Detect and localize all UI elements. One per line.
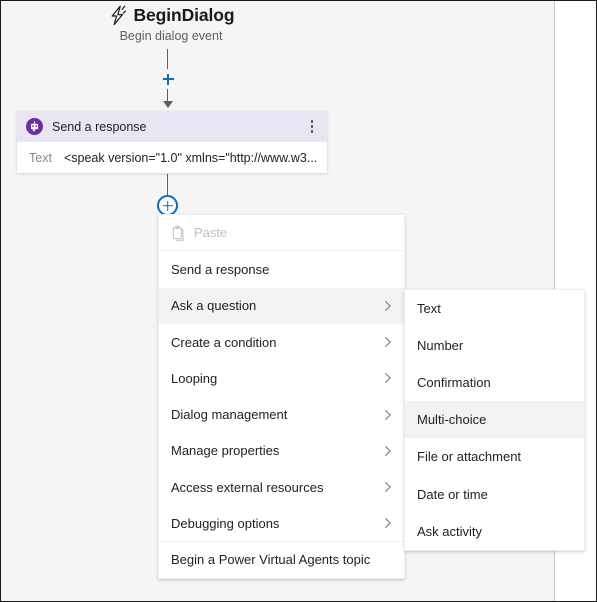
menu-item-access-external-resources[interactable]: Access external resources — [159, 469, 404, 505]
menu-item-file-or-attachment[interactable]: File or attachment — [405, 438, 584, 475]
menu-item-create-a-condition[interactable]: Create a condition — [159, 324, 404, 360]
connector-arrow-top — [162, 101, 173, 108]
node-header: Send a response — [17, 111, 327, 142]
lightning-bolt-icon — [108, 5, 127, 26]
menu-item-label: Paste — [194, 225, 228, 241]
menu-item-label: Multi-choice — [417, 412, 487, 428]
menu-item-label: Confirmation — [417, 375, 491, 391]
menu-item-label: Manage properties — [171, 443, 280, 459]
menu-item-looping[interactable]: Looping — [159, 360, 404, 396]
menu-item-label: Looping — [171, 370, 218, 386]
chevron-right-icon — [382, 517, 394, 529]
add-node-button-top[interactable] — [158, 69, 178, 89]
menu-item-label: Begin a Power Virtual Agents topic — [171, 552, 371, 568]
menu-item-label: Create a condition — [171, 334, 277, 350]
context-menu[interactable]: Paste Send a response Ask a question Create… — [158, 214, 405, 579]
menu-item-paste: Paste — [159, 215, 404, 252]
context-submenu-items: Text Number Confirmation Multi-choice File o… — [405, 290, 584, 550]
menu-item-label: Ask a question — [171, 298, 257, 314]
menu-item-text[interactable]: Text — [405, 290, 584, 327]
menu-item-ask-a-question[interactable]: Ask a question — [159, 287, 404, 324]
menu-item-label: Number — [417, 338, 464, 354]
menu-item-begin-a-power-virtual-agents-topic[interactable]: Begin a Power Virtual Agents topic — [159, 542, 404, 578]
bot-chat-icon — [26, 118, 43, 135]
chevron-right-icon — [382, 336, 394, 348]
clipboard-icon — [171, 224, 185, 241]
menu-item-debugging-options[interactable]: Debugging options — [159, 505, 404, 542]
chevron-right-icon — [382, 372, 394, 384]
menu-item-label: Send a response — [171, 261, 270, 277]
trigger-header[interactable]: BeginDialog Begin dialog event — [1, 5, 341, 43]
action-node-send-a-response[interactable]: Send a response Text <speak version="1.0… — [17, 111, 327, 173]
menu-item-ask-activity[interactable]: Ask activity — [405, 513, 584, 550]
chevron-right-icon — [382, 445, 394, 457]
menu-item-label: Debugging options — [171, 515, 280, 531]
menu-item-send-a-response[interactable]: Send a response — [159, 251, 404, 287]
menu-item-multi-choice[interactable]: Multi-choice — [405, 401, 584, 439]
menu-item-label: File or attachment — [417, 449, 522, 465]
trigger-title-row: BeginDialog — [1, 5, 341, 26]
page-title: BeginDialog — [133, 5, 235, 25]
menu-item-date-or-time[interactable]: Date or time — [405, 475, 584, 512]
node-field-value: <speak version="1.0" xmlns="http://www.w… — [63, 150, 317, 165]
menu-item-label: Text — [417, 301, 441, 317]
menu-item-label: Ask activity — [417, 523, 483, 539]
context-submenu-ask-a-question[interactable]: Text Number Confirmation Multi-choice File o… — [404, 289, 585, 551]
trigger-subtitle: Begin dialog event — [119, 29, 223, 43]
dialog-authoring-canvas: BeginDialog Begin dialog event Send a re… — [0, 0, 597, 602]
menu-item-confirmation[interactable]: Confirmation — [405, 364, 584, 401]
chevron-right-icon — [382, 481, 394, 493]
chevron-right-icon — [382, 300, 394, 312]
context-menu-items: Paste Send a response Ask a question Create… — [159, 215, 404, 578]
menu-item-number[interactable]: Number — [405, 327, 584, 364]
chevron-right-icon — [382, 409, 394, 421]
menu-item-label: Date or time — [417, 486, 488, 502]
node-body[interactable]: Text <speak version="1.0" xmlns="http://… — [17, 142, 327, 173]
menu-item-label: Access external resources — [171, 479, 324, 495]
add-node-button-selected[interactable] — [157, 195, 178, 216]
menu-item-manage-properties[interactable]: Manage properties — [159, 433, 404, 469]
node-title: Send a response — [52, 119, 147, 134]
more-vertical-icon[interactable] — [305, 117, 319, 137]
menu-item-label: Dialog management — [171, 407, 288, 423]
menu-item-dialog-management[interactable]: Dialog management — [159, 396, 404, 432]
node-field-label: Text — [29, 150, 52, 165]
